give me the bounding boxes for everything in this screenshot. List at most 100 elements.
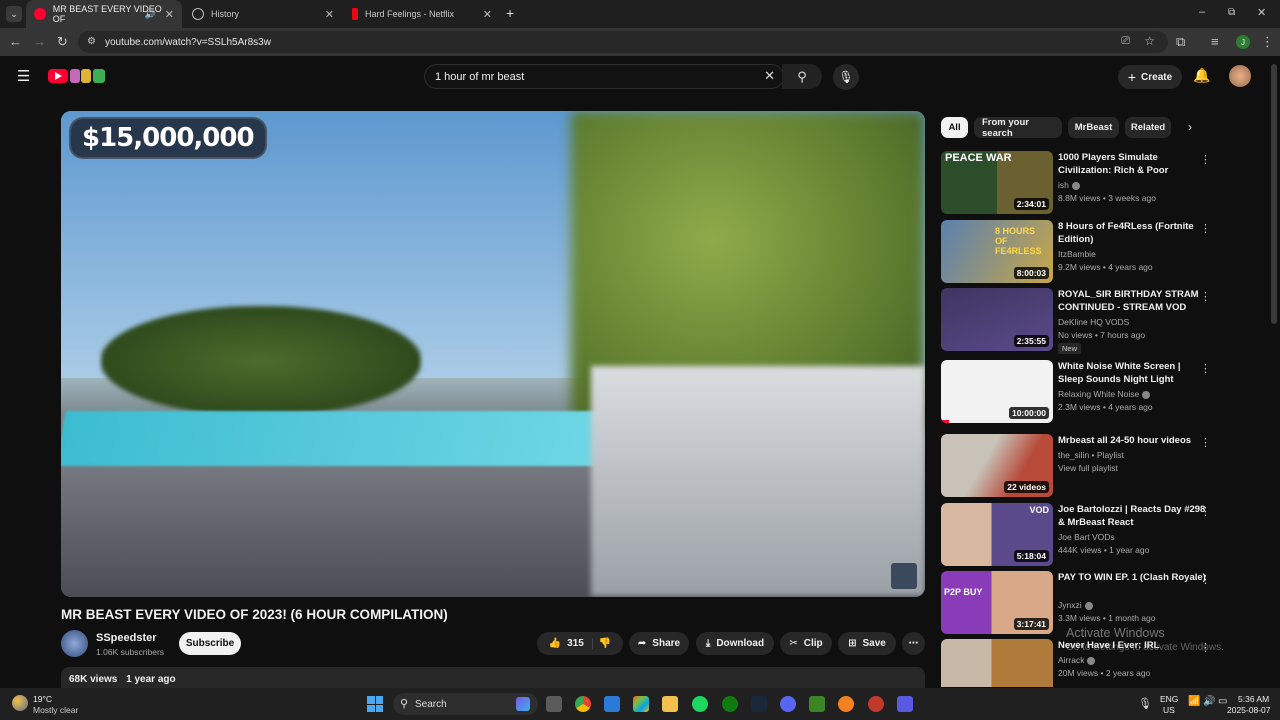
discord-icon[interactable]: [780, 696, 796, 712]
more-options-icon[interactable]: ⋮: [1200, 362, 1211, 375]
video-player[interactable]: $15,000,000: [61, 111, 925, 597]
app-icon[interactable]: [897, 696, 913, 712]
reload-icon[interactable]: ↻: [57, 34, 68, 50]
recommendation-item[interactable]: PEACE WAR 2:34:01 1000 Players Simulate …: [941, 151, 1211, 215]
xbox-icon[interactable]: [722, 696, 738, 712]
close-tab-icon[interactable]: ✕: [165, 8, 174, 21]
recommendation-item[interactable]: 8 HOURS OF FE4RLESS 8:00:03 8 Hours of F…: [941, 220, 1211, 284]
chrome-icon[interactable]: [575, 696, 591, 712]
windows-start-icon[interactable]: [367, 696, 383, 712]
profile-avatar-icon[interactable]: J: [1236, 35, 1250, 49]
video-thumbnail[interactable]: 22 videos: [941, 434, 1053, 497]
minecraft-icon[interactable]: [809, 696, 825, 712]
youtube-logo[interactable]: [48, 68, 108, 84]
spotify-icon[interactable]: [692, 696, 708, 712]
steam-icon[interactable]: [751, 696, 767, 712]
chip-related[interactable]: Related: [1125, 117, 1171, 138]
close-window-button[interactable]: ✕: [1257, 6, 1266, 19]
recommendation-title[interactable]: PAY TO WIN EP. 1 (Clash Royale): [1058, 571, 1206, 584]
bookmark-star-icon[interactable]: ☆: [1144, 34, 1155, 48]
view-full-playlist-link[interactable]: View full playlist: [1058, 463, 1118, 473]
close-tab-icon[interactable]: ✕: [325, 8, 334, 21]
browser-menu-icon[interactable]: ⋮: [1261, 34, 1274, 50]
recommendation-item[interactable]: VOD 5:18:04 Joe Bartolozzi | Reacts Day …: [941, 503, 1211, 567]
recommendation-title[interactable]: 1000 Players Simulate Civilization: Rich…: [1058, 151, 1206, 177]
site-info-icon[interactable]: ⚙: [87, 36, 96, 47]
tab-mrbeast[interactable]: MR BEAST EVERY VIDEO OF 🔊 ✕: [26, 0, 182, 28]
weather-moon-icon[interactable]: [12, 695, 28, 711]
chip-from-your-search[interactable]: From your search: [974, 117, 1062, 139]
recommendation-item[interactable]: 10:00:00 White Noise White Screen | Slee…: [941, 360, 1211, 424]
recommendation-channel[interactable]: Airrack: [1058, 655, 1096, 665]
tab-history[interactable]: History ✕: [184, 0, 342, 28]
hamburger-menu-icon[interactable]: ☰: [17, 67, 30, 85]
tab-search-icon[interactable]: ⌄: [6, 6, 22, 22]
more-options-icon[interactable]: ⋮: [1200, 222, 1211, 235]
tab-netflix[interactable]: Hard Feelings - Netflix ✕: [344, 0, 500, 28]
video-thumbnail[interactable]: [941, 639, 1053, 687]
more-options-icon[interactable]: ⋮: [1200, 290, 1211, 303]
new-tab-button[interactable]: +: [506, 5, 514, 21]
more-options-icon[interactable]: ⋮: [1200, 436, 1211, 449]
recommendation-channel[interactable]: DeKline HQ VODS: [1058, 317, 1129, 327]
recommendation-channel[interactable]: Joe Bart VODs: [1058, 532, 1115, 542]
more-actions-button[interactable]: ⋯: [902, 632, 925, 655]
video-thumbnail[interactable]: 2:35:55: [941, 288, 1053, 351]
close-tab-icon[interactable]: ✕: [483, 8, 492, 21]
recommendation-item[interactable]: 22 videos Mrbeast all 24-50 hour videos …: [941, 434, 1211, 498]
subscribe-button[interactable]: Subscribe: [179, 632, 241, 655]
recommendation-title[interactable]: ROYAL_SIR BIRTHDAY STRAM CONTINUED - STR…: [1058, 288, 1206, 314]
clip-button[interactable]: ✂ Clip: [780, 632, 832, 655]
volume-icon[interactable]: 🔊: [1203, 696, 1215, 707]
video-thumbnail[interactable]: VOD 5:18:04: [941, 503, 1053, 566]
page-scrollbar[interactable]: [1271, 64, 1277, 324]
wifi-icon[interactable]: 📶: [1188, 696, 1200, 707]
back-arrow-icon[interactable]: ←: [9, 34, 22, 49]
recommendation-channel[interactable]: ItzBambie: [1058, 249, 1096, 259]
account-avatar[interactable]: [1229, 65, 1251, 87]
maximize-button[interactable]: ⧉: [1228, 7, 1235, 18]
recommendation-channel[interactable]: Relaxing White Noise: [1058, 389, 1151, 399]
recommendation-item[interactable]: 2:35:55 ROYAL_SIR BIRTHDAY STRAM CONTINU…: [941, 288, 1211, 354]
cast-icon[interactable]: ⎚: [1121, 35, 1130, 48]
video-thumbnail[interactable]: 10:00:00: [941, 360, 1053, 423]
like-button[interactable]: 👍 315: [549, 638, 593, 649]
forward-arrow-icon[interactable]: →: [33, 34, 46, 49]
microsoft-store-icon[interactable]: [604, 696, 620, 712]
share-button[interactable]: ➦ Share: [629, 632, 689, 655]
recommendation-title[interactable]: Joe Bartolozzi | Reacts Day #298 & MrBea…: [1058, 503, 1206, 529]
recommendation-channel[interactable]: ish: [1058, 180, 1080, 190]
copilot-icon[interactable]: [516, 697, 530, 711]
recommendation-channel[interactable]: the_silin • Playlist: [1058, 450, 1124, 460]
file-explorer-icon[interactable]: [662, 696, 678, 712]
speaker-icon[interactable]: 🔊: [145, 9, 156, 20]
recommendation-title[interactable]: Mrbeast all 24-50 hour videos: [1058, 434, 1206, 447]
weather-temp[interactable]: 19°C: [33, 694, 52, 704]
search-input[interactable]: 1 hour of mr beast ✕: [424, 64, 784, 89]
taskbar-search-box[interactable]: ⚲ Search: [393, 693, 538, 715]
video-thumbnail[interactable]: P2P BUY 3:17:41: [941, 571, 1053, 634]
search-button[interactable]: ⚲: [782, 64, 822, 89]
more-options-icon[interactable]: ⋮: [1200, 153, 1211, 166]
more-options-icon[interactable]: ⋮: [1200, 573, 1211, 586]
channel-watermark-icon[interactable]: [891, 563, 917, 589]
brave-icon[interactable]: [838, 696, 854, 712]
download-button[interactable]: ⤓ Download: [696, 632, 774, 655]
dislike-button[interactable]: 👎: [599, 638, 611, 649]
channel-avatar[interactable]: [61, 630, 88, 657]
chip-all[interactable]: All: [941, 117, 968, 138]
clock-time[interactable]: 5:36 AM: [1238, 694, 1269, 704]
chevron-right-icon[interactable]: ›: [1188, 120, 1192, 134]
create-button[interactable]: + Create: [1118, 65, 1182, 89]
save-button[interactable]: ⊞ Save: [838, 632, 896, 655]
language-indicator[interactable]: ENG: [1160, 694, 1178, 704]
minimize-button[interactable]: –: [1199, 6, 1205, 18]
microphone-icon[interactable]: 🎙: [1138, 697, 1152, 710]
recommendation-title[interactable]: White Noise White Screen | Sleep Sounds …: [1058, 360, 1206, 386]
channel-name[interactable]: SSpeedster: [96, 632, 157, 644]
app-icon[interactable]: [868, 696, 884, 712]
media-control-icon[interactable]: ≡: [1211, 34, 1219, 49]
task-view-icon[interactable]: [546, 696, 562, 712]
chip-mrbeast[interactable]: MrBeast: [1068, 117, 1119, 138]
video-thumbnail[interactable]: 8 HOURS OF FE4RLESS 8:00:03: [941, 220, 1053, 283]
